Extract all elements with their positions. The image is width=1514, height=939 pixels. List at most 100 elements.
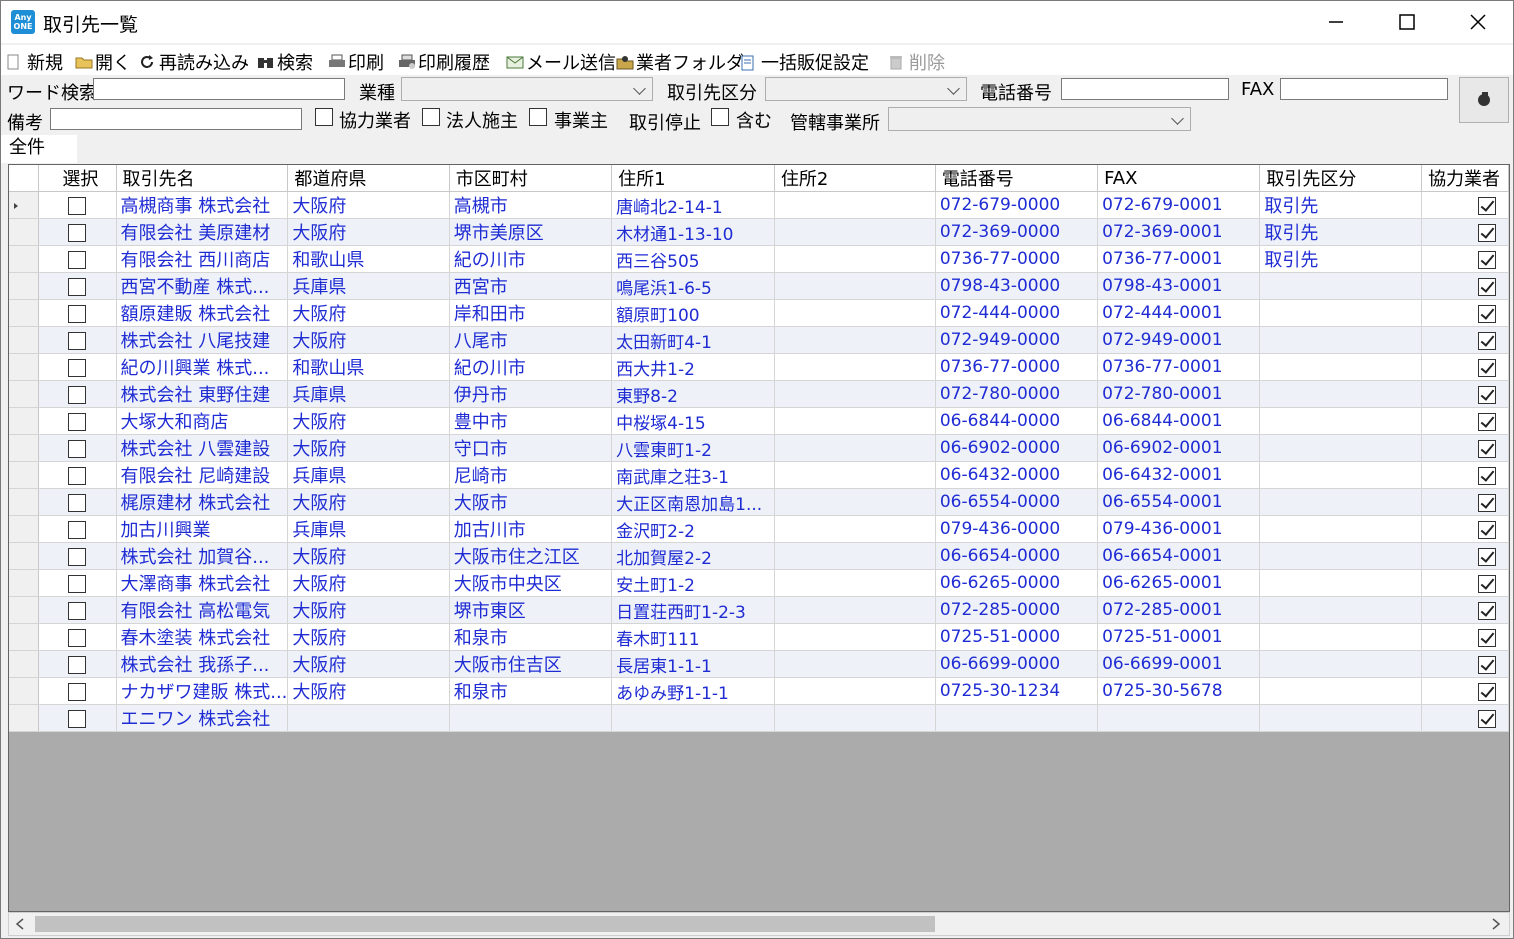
cell-addr1[interactable]: 西三谷505: [611, 245, 775, 273]
table-row[interactable]: 株式会社 八雲建設 大阪府 守口市 八雲東町1-2 06-6902-0000 06-690…: [9, 434, 1509, 462]
cell-city[interactable]: 八尾市: [449, 326, 613, 354]
partner-flag-checkbox[interactable]: [1478, 547, 1496, 566]
toolbar-button-new[interactable]: 新規: [7, 49, 63, 75]
cell-tel[interactable]: 0736-77-0000: [935, 353, 1099, 381]
cell-pref[interactable]: 大阪府: [287, 326, 450, 354]
cell-city[interactable]: [449, 704, 613, 732]
partner-flag-checkbox[interactable]: [1478, 223, 1496, 242]
cell-name[interactable]: 株式会社 八尾技建: [116, 326, 289, 354]
partner-flag-checkbox[interactable]: [1478, 196, 1496, 215]
cell-fax[interactable]: 0725-51-0001: [1097, 623, 1261, 651]
cell-category[interactable]: [1259, 623, 1423, 651]
toolbar-button-mail[interactable]: メール送信: [506, 49, 616, 75]
row-select-checkbox[interactable]: [68, 385, 87, 404]
cell-pref[interactable]: 大阪府: [287, 569, 450, 597]
cell-name[interactable]: 大塚大和商店: [116, 407, 289, 435]
cell-name[interactable]: 大澤商事 株式会社: [116, 569, 289, 597]
cell-name[interactable]: 梶原建材 株式会社: [116, 488, 289, 516]
column-header[interactable]: 取引先名: [116, 165, 289, 192]
cell-addr2[interactable]: [774, 704, 936, 732]
row-header[interactable]: [9, 380, 40, 408]
cell-addr1[interactable]: 安土町1-2: [611, 569, 775, 597]
cell-addr2[interactable]: [774, 488, 936, 516]
notes-input[interactable]: [50, 108, 302, 130]
cell-pref[interactable]: 大阪府: [287, 623, 450, 651]
cell-addr1[interactable]: あゆみ野1-1-1: [611, 677, 775, 705]
phone-input[interactable]: [1061, 78, 1229, 100]
cell-tel[interactable]: 072-780-0000: [935, 380, 1099, 408]
cell-addr1[interactable]: 唐崎北2-14-1: [611, 191, 775, 219]
cell-pref[interactable]: 和歌山県: [287, 245, 450, 273]
partner-flag-checkbox[interactable]: [1478, 466, 1496, 485]
cell-fax[interactable]: 06-6554-0001: [1097, 488, 1261, 516]
cell-tel[interactable]: 072-285-0000: [935, 596, 1099, 624]
cell-addr1[interactable]: 木材通1-13-10: [611, 218, 775, 246]
cell-tel[interactable]: 06-6432-0000: [935, 461, 1099, 489]
cell-city[interactable]: 大阪市住之江区: [449, 542, 613, 570]
partner-flag-checkbox[interactable]: [1478, 493, 1496, 512]
cell-addr2[interactable]: [774, 272, 936, 300]
cell-category[interactable]: [1259, 326, 1423, 354]
row-header[interactable]: [9, 461, 40, 489]
table-row[interactable]: ナカザワ建販 株式... 大阪府 和泉市 あゆみ野1-1-1 0725-30-1234 0…: [9, 677, 1509, 705]
cell-fax[interactable]: 072-444-0001: [1097, 299, 1261, 327]
cell-addr1[interactable]: 南武庫之荘3-1: [611, 461, 775, 489]
cell-pref[interactable]: 大阪府: [287, 191, 450, 219]
cell-fax[interactable]: 072-285-0001: [1097, 596, 1261, 624]
row-header[interactable]: [9, 326, 40, 354]
row-select-checkbox[interactable]: [68, 574, 87, 593]
close-button[interactable]: [1443, 1, 1513, 43]
table-row[interactable]: 西宮不動産 株式... 兵庫県 西宮市 鳴尾浜1-6-5 0798-43-0000 079…: [9, 272, 1509, 300]
partner-flag-checkbox[interactable]: [1478, 682, 1496, 701]
cell-addr1[interactable]: 金沢町2-2: [611, 515, 775, 543]
row-header[interactable]: [9, 191, 40, 219]
cell-tel[interactable]: 06-6554-0000: [935, 488, 1099, 516]
cell-category[interactable]: [1259, 461, 1423, 489]
cell-addr2[interactable]: [774, 569, 936, 597]
cell-fax[interactable]: 06-6902-0001: [1097, 434, 1261, 462]
partner-flag-checkbox[interactable]: [1478, 655, 1496, 674]
cell-pref[interactable]: 大阪府: [287, 299, 450, 327]
cell-fax[interactable]: 079-436-0001: [1097, 515, 1261, 543]
cell-addr1[interactable]: 太田新町4-1: [611, 326, 775, 354]
row-header[interactable]: [9, 245, 40, 273]
table-row[interactable]: 額原建販 株式会社 大阪府 岸和田市 額原町100 072-444-0000 072-44…: [9, 299, 1509, 327]
cell-city[interactable]: 和泉市: [449, 623, 613, 651]
cell-tel[interactable]: 072-949-0000: [935, 326, 1099, 354]
cell-city[interactable]: 豊中市: [449, 407, 613, 435]
row-select-checkbox[interactable]: [68, 466, 87, 485]
cell-pref[interactable]: 兵庫県: [287, 515, 450, 543]
column-header[interactable]: 選択: [38, 165, 117, 192]
cell-fax[interactable]: 06-6265-0001: [1097, 569, 1261, 597]
cell-addr2[interactable]: [774, 407, 936, 435]
cell-addr2[interactable]: [774, 326, 936, 354]
partner-checkbox[interactable]: [315, 108, 333, 126]
cell-category[interactable]: 取引先: [1259, 191, 1423, 219]
cell-addr2[interactable]: [774, 380, 936, 408]
cell-pref[interactable]: 大阪府: [287, 677, 450, 705]
partner-flag-checkbox[interactable]: [1478, 709, 1496, 728]
row-select-checkbox[interactable]: [68, 682, 87, 701]
word-search-input[interactable]: [93, 78, 345, 100]
cell-tel[interactable]: 0736-77-0000: [935, 245, 1099, 273]
row-select-checkbox[interactable]: [68, 196, 87, 215]
tab-all[interactable]: 全件: [1, 135, 77, 163]
cell-name[interactable]: 株式会社 東野住建: [116, 380, 289, 408]
cell-addr1[interactable]: 北加賀屋2-2: [611, 542, 775, 570]
cell-fax[interactable]: 072-949-0001: [1097, 326, 1261, 354]
row-header[interactable]: [9, 407, 40, 435]
partner-flag-checkbox[interactable]: [1478, 358, 1496, 377]
cell-fax[interactable]: 0736-77-0001: [1097, 353, 1261, 381]
row-select-checkbox[interactable]: [68, 601, 87, 620]
cell-tel[interactable]: 0725-51-0000: [935, 623, 1099, 651]
row-select-checkbox[interactable]: [68, 412, 87, 431]
cell-addr2[interactable]: [774, 434, 936, 462]
row-header[interactable]: [9, 569, 40, 597]
cell-addr1[interactable]: [611, 704, 775, 732]
partner-flag-checkbox[interactable]: [1478, 277, 1496, 296]
cell-tel[interactable]: [935, 704, 1099, 732]
cell-addr2[interactable]: [774, 542, 936, 570]
partner-flag-checkbox[interactable]: [1478, 304, 1496, 323]
cell-category[interactable]: [1259, 569, 1423, 597]
table-row[interactable]: 大澤商事 株式会社 大阪府 大阪市中央区 安土町1-2 06-6265-0000 06-6…: [9, 569, 1509, 597]
